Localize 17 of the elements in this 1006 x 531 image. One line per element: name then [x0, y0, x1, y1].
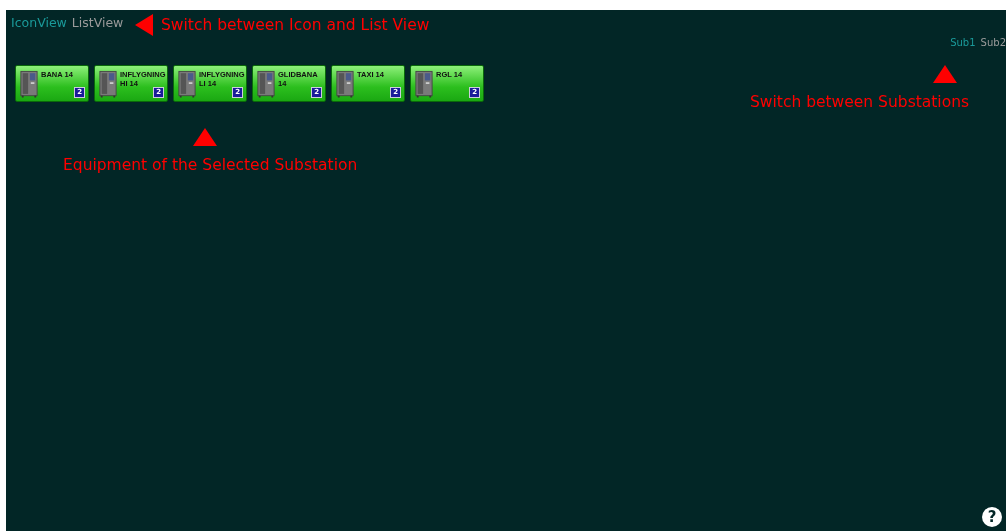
- view-tab[interactable]: IconView: [11, 15, 67, 30]
- cabinet-icon: [99, 70, 117, 98]
- annotation-text: Switch between Substations: [750, 93, 970, 111]
- cabinet-icon: [336, 70, 354, 98]
- annotation-text: Switch between Icon and List View: [161, 16, 430, 34]
- view-tab[interactable]: Sub1: [950, 37, 976, 59]
- view-tab[interactable]: Sub2: [980, 37, 1006, 59]
- view-tab[interactable]: ListView: [71, 15, 124, 30]
- annotation-text: Equipment of the Selected Substation: [63, 156, 358, 174]
- cabinet-icon: [20, 70, 38, 98]
- up-pointer-icon: [193, 128, 218, 146]
- help-button[interactable]: ?: [982, 507, 1002, 527]
- cabinet-icon: [257, 70, 275, 98]
- cabinet-icon: [415, 70, 433, 98]
- cabinet-icon: [178, 70, 196, 98]
- up-pointer-icon: [933, 65, 958, 83]
- left-pointer-icon: [135, 14, 153, 36]
